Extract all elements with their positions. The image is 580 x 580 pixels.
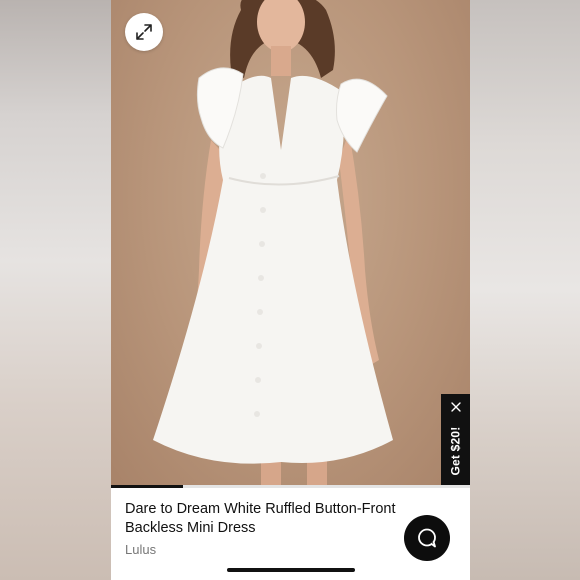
- product-photo[interactable]: Get $20!: [111, 0, 470, 485]
- chat-bubble-icon: [418, 528, 436, 548]
- promo-close-button[interactable]: [441, 396, 470, 418]
- expand-button[interactable]: [125, 13, 163, 51]
- blurred-background-right: [469, 0, 580, 580]
- blurred-background-left: [0, 0, 111, 580]
- expand-arrows-icon: [136, 24, 152, 40]
- product-brand[interactable]: Lulus: [125, 542, 156, 557]
- product-screen: Get $20! Dare to Dream White Ruffled But…: [111, 0, 470, 580]
- close-icon: [450, 402, 461, 412]
- gallery-progress-fill: [111, 485, 183, 488]
- promo-text-container[interactable]: Get $20!: [441, 420, 470, 482]
- product-title: Dare to Dream White Ruffled Button-Front…: [125, 501, 396, 536]
- promo-label[interactable]: Get $20!: [449, 427, 463, 476]
- gallery-progress: [111, 485, 470, 488]
- chat-button[interactable]: [404, 515, 450, 561]
- promo-banner[interactable]: Get $20!: [441, 394, 470, 485]
- model-illustration: [153, 0, 393, 485]
- home-indicator[interactable]: [227, 568, 355, 572]
